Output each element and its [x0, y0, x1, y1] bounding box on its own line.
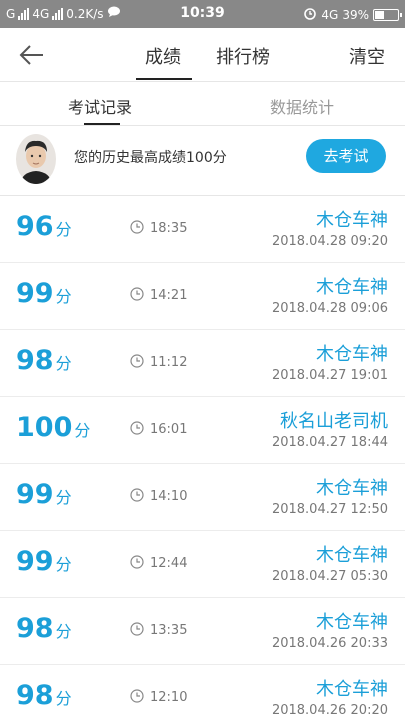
score-value: 98 分	[16, 345, 72, 376]
record-row[interactable]: 98 分 11:12 木仓车神 2018.04.27 19:01	[0, 330, 405, 397]
record-nickname: 木仓车神	[316, 344, 388, 365]
record-duration: 13:35	[150, 623, 188, 638]
record-duration: 11:12	[150, 355, 188, 370]
record-nickname: 木仓车神	[316, 612, 388, 633]
back-arrow-icon[interactable]	[18, 41, 46, 69]
sub-tabs: 考试记录 数据统计	[0, 82, 405, 126]
clock-icon	[130, 420, 144, 435]
tab-ranking[interactable]: 排行榜	[216, 43, 270, 69]
record-nickname: 木仓车神	[316, 545, 388, 566]
record-date: 2018.04.28 09:20	[271, 234, 388, 249]
record-row[interactable]: 100 分 16:01 秋名山老司机 2018.04.27 18:44	[0, 397, 405, 464]
best-score-bar: 您的历史最高成绩100分 去考试	[0, 126, 405, 196]
record-date: 2018.04.26 20:20	[271, 703, 388, 718]
clock-icon	[130, 554, 144, 569]
record-nickname: 木仓车神	[316, 478, 388, 499]
score-unit: 分	[55, 287, 72, 306]
score-number: 99	[16, 278, 54, 309]
tab-scores[interactable]: 成绩	[145, 43, 181, 69]
score-unit: 分	[55, 622, 72, 641]
clock-icon	[130, 219, 144, 234]
clock-icon	[130, 286, 144, 301]
record-duration: 14:21	[150, 288, 188, 303]
score-unit: 分	[55, 555, 72, 574]
record-date: 2018.04.27 19:01	[271, 368, 388, 383]
score-unit: 分	[55, 689, 72, 708]
status-bar: G 4G 0.2K/s 10:39 4G 39%	[0, 0, 405, 28]
records-list: 96 分 18:35 木仓车神 2018.04.28 09:20 99 分 14:21 木仓车神…	[0, 196, 405, 720]
score-value: 96 分	[16, 211, 72, 242]
clock-icon	[130, 353, 144, 368]
top-nav: 成绩 排行榜 清空	[0, 28, 405, 82]
record-duration: 18:35	[150, 221, 188, 236]
record-row[interactable]: 98 分 13:35 木仓车神 2018.04.26 20:33	[0, 598, 405, 665]
tab-active-indicator	[136, 78, 192, 80]
battery-icon	[373, 8, 402, 21]
network-type: 4G	[321, 7, 339, 22]
tab-exam-records[interactable]: 考试记录	[68, 94, 132, 118]
score-number: 99	[16, 479, 54, 510]
score-number: 98	[16, 613, 54, 644]
score-value: 99 分	[16, 278, 72, 309]
record-duration: 16:01	[150, 422, 188, 437]
battery-percent: 39%	[342, 7, 369, 22]
best-score-text: 您的历史最高成绩100分	[74, 150, 227, 166]
score-number: 98	[16, 680, 54, 711]
score-unit: 分	[74, 421, 91, 440]
score-unit: 分	[55, 488, 72, 507]
record-row[interactable]: 99 分 12:44 木仓车神 2018.04.27 05:30	[0, 531, 405, 598]
record-duration: 12:10	[150, 690, 188, 705]
score-number: 100	[16, 412, 73, 443]
record-date: 2018.04.27 05:30	[271, 569, 388, 584]
score-unit: 分	[55, 220, 72, 239]
score-value: 100 分	[16, 412, 90, 443]
record-nickname: 木仓车神	[316, 679, 388, 700]
record-nickname: 木仓车神	[316, 277, 388, 298]
record-date: 2018.04.27 18:44	[271, 435, 388, 450]
take-exam-button[interactable]: 去考试	[306, 139, 386, 173]
alarm-icon	[303, 6, 317, 23]
clock-icon	[130, 621, 144, 636]
record-row[interactable]: 96 分 18:35 木仓车神 2018.04.28 09:20	[0, 196, 405, 263]
score-value: 98 分	[16, 680, 72, 711]
tab-data-stats[interactable]: 数据统计	[270, 94, 334, 118]
record-row[interactable]: 98 分 12:10 木仓车神 2018.04.26 20:20	[0, 665, 405, 720]
score-value: 98 分	[16, 613, 72, 644]
score-number: 98	[16, 345, 54, 376]
record-nickname: 秋名山老司机	[280, 411, 388, 432]
clock-icon	[130, 688, 144, 703]
record-row[interactable]: 99 分 14:10 木仓车神 2018.04.27 12:50	[0, 464, 405, 531]
clock-icon	[130, 487, 144, 502]
score-value: 99 分	[16, 479, 72, 510]
clear-button[interactable]: 清空	[349, 43, 385, 69]
record-nickname: 木仓车神	[316, 210, 388, 231]
subtab-active-indicator	[84, 123, 120, 125]
record-date: 2018.04.28 09:06	[271, 301, 388, 316]
score-unit: 分	[55, 354, 72, 373]
record-date: 2018.04.27 12:50	[271, 502, 388, 517]
record-duration: 12:44	[150, 556, 188, 571]
avatar	[16, 134, 56, 184]
score-number: 96	[16, 211, 54, 242]
score-number: 99	[16, 546, 54, 577]
score-value: 99 分	[16, 546, 72, 577]
record-date: 2018.04.26 20:33	[271, 636, 388, 651]
record-row[interactable]: 99 分 14:21 木仓车神 2018.04.28 09:06	[0, 263, 405, 330]
record-duration: 14:10	[150, 489, 188, 504]
